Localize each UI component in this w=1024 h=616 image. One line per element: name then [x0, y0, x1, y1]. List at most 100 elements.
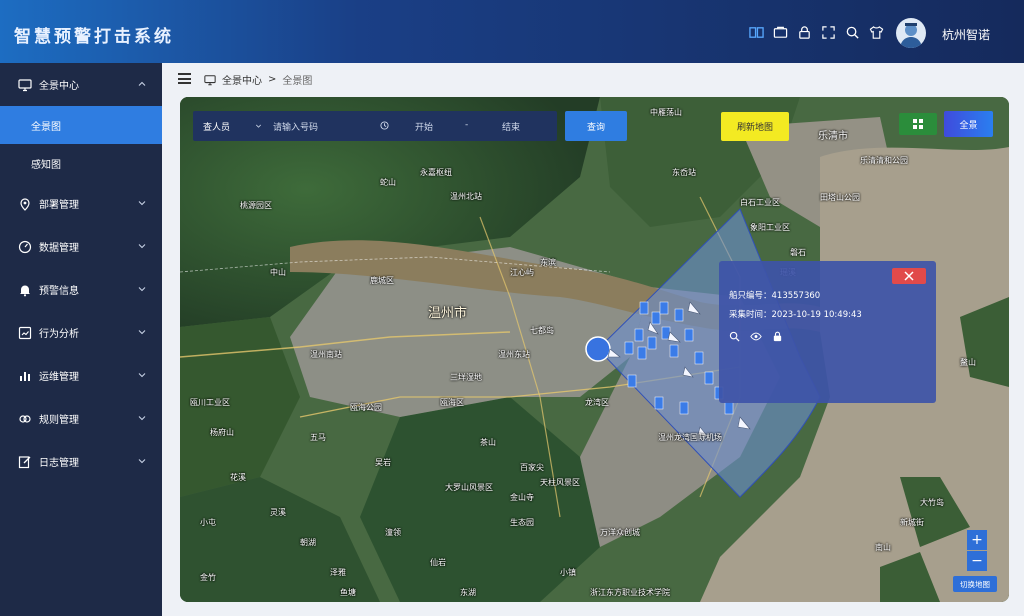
map-label: 白石工业区: [740, 198, 780, 207]
breadcrumb-separator-icon: >: [268, 74, 277, 85]
sidebar-subitem-perception[interactable]: 感知图: [0, 144, 162, 182]
location-icon: [18, 197, 32, 211]
map-label: 温州北站: [450, 192, 482, 201]
grid-view-button[interactable]: [899, 113, 937, 135]
person-type-select[interactable]: 查人员: [203, 120, 230, 133]
eye-icon[interactable]: [750, 331, 762, 342]
breadcrumb: 全景中心 > 全景图: [204, 72, 312, 87]
sidebar-item-warning[interactable]: 预警信息: [0, 268, 162, 311]
map-label: 七都岛: [530, 326, 554, 335]
link-icon: [18, 412, 32, 426]
header-toolbar: [748, 24, 884, 40]
map-label: 仙岩: [430, 558, 446, 567]
map-label: 龙湾区: [585, 398, 609, 407]
map-label: 五马: [310, 433, 326, 442]
zoom-in-button[interactable]: +: [967, 530, 987, 550]
breadcrumb-root[interactable]: 全景中心: [222, 72, 262, 87]
end-date-input[interactable]: 结束: [502, 120, 520, 133]
chevron-down-icon: [138, 459, 146, 464]
full-view-button[interactable]: 全景: [944, 111, 993, 137]
map-label: 磐石: [790, 248, 806, 257]
map-label: 金竹: [200, 573, 216, 582]
chevron-down-icon: [138, 201, 146, 206]
map-label: 瓯海区: [440, 398, 464, 407]
map-label: 万洋众创城: [600, 528, 640, 537]
menu-toggle-icon[interactable]: [178, 73, 191, 84]
popup-close-button[interactable]: [892, 268, 926, 284]
chevron-down-icon: [138, 416, 146, 421]
number-input[interactable]: 请输入号码: [273, 120, 318, 133]
map-label: 花溪: [230, 473, 246, 482]
grid-icon: [913, 119, 923, 129]
search-icon[interactable]: [729, 331, 740, 342]
map-label: 温州龙湾国际机场: [658, 433, 722, 442]
map-label: 小屯: [200, 518, 216, 527]
search-filter-bar: 查人员 请输入号码 开始 - 结束: [193, 111, 557, 141]
sidebar-item-logs[interactable]: 日志管理: [0, 440, 162, 483]
edit-icon: [18, 455, 32, 469]
monitor-icon: [204, 74, 216, 85]
gauge-icon: [18, 240, 32, 254]
query-button[interactable]: 查询: [565, 111, 627, 141]
username[interactable]: 杭州智诺: [942, 26, 990, 43]
search-icon[interactable]: [844, 24, 860, 40]
refresh-map-button[interactable]: 刷新地图: [721, 112, 789, 141]
map-label: 中雁荡山: [650, 108, 682, 117]
map-label: 天柱风景区: [540, 478, 580, 487]
date-range-separator: -: [465, 120, 469, 130]
map-label: 东湖: [460, 588, 476, 597]
bar-chart-icon: [18, 369, 32, 383]
map-label: 永嘉枢纽: [420, 168, 452, 177]
monitor-icon: [18, 78, 32, 92]
sidebar: 全景中心 全景图 感知图 部署管理 数据管理 预警信息 行为分析 运维管理 规则…: [0, 63, 162, 616]
map-label: 温州南站: [310, 350, 342, 359]
map-label: 桃源园区: [240, 201, 272, 210]
map-label: 吴岩: [375, 458, 391, 467]
zoom-out-button[interactable]: −: [967, 551, 987, 571]
sidebar-subitem-panorama[interactable]: 全景图: [0, 106, 162, 144]
collect-time-row: 采集时间：2023-10-19 10:49:43: [729, 308, 862, 320]
briefcase-icon[interactable]: [772, 24, 788, 40]
lock-icon[interactable]: [772, 331, 783, 342]
sidebar-item-data[interactable]: 数据管理: [0, 225, 162, 268]
ship-id-row: 船只编号：413557360: [729, 289, 820, 301]
chevron-down-icon: [138, 330, 146, 335]
map-label: 大竹岛: [920, 498, 944, 507]
switch-map-button[interactable]: 切换地图: [953, 576, 997, 592]
chart-box-icon: [18, 326, 32, 340]
map-view[interactable]: 温州市 鹿城区 龙湾区 瓯海区 乐清市 乐清清和公园 田塔山公园 东岙站 温州北…: [180, 97, 1009, 602]
map-label: 温州东站: [498, 350, 530, 359]
book-icon[interactable]: [748, 24, 764, 40]
start-date-input[interactable]: 开始: [415, 120, 433, 133]
map-label: 象阳工业区: [750, 223, 790, 232]
sidebar-item-panorama-center[interactable]: 全景中心: [0, 63, 162, 106]
ship-id-label: 船只编号：: [729, 291, 772, 301]
sidebar-item-rules[interactable]: 规则管理: [0, 397, 162, 440]
map-label: 中山: [270, 268, 286, 277]
vessel-info-popup: 船只编号：413557360 采集时间：2023-10-19 10:49:43: [719, 261, 936, 403]
map-label: 茶山: [480, 438, 496, 447]
sidebar-item-ops[interactable]: 运维管理: [0, 354, 162, 397]
map-label: 田塔山公园: [820, 193, 860, 202]
map-label: 朝湖: [300, 538, 316, 547]
map-label: 瓯川工业区: [190, 398, 230, 407]
map-label: 蛇山: [380, 178, 396, 187]
sidebar-item-behavior[interactable]: 行为分析: [0, 311, 162, 354]
bell-icon: [18, 283, 32, 297]
sidebar-item-label: 规则管理: [39, 415, 79, 426]
map-label: 东滨: [540, 258, 556, 267]
chevron-down-icon[interactable]: [255, 123, 262, 129]
sidebar-item-deployment[interactable]: 部署管理: [0, 182, 162, 225]
map-label: 乐清市: [818, 131, 848, 142]
sidebar-item-label: 行为分析: [39, 329, 79, 340]
avatar[interactable]: [896, 18, 926, 48]
shirt-icon[interactable]: [868, 24, 884, 40]
fullscreen-icon[interactable]: [820, 24, 836, 40]
sidebar-item-label: 数据管理: [39, 243, 79, 254]
top-header: 智慧预警打击系统 杭州智诺: [0, 0, 1024, 63]
lock-icon[interactable]: [796, 24, 812, 40]
map-label: 灵溪: [270, 508, 286, 517]
sidebar-item-label: 预警信息: [39, 286, 79, 297]
sidebar-item-label: 日志管理: [39, 458, 79, 469]
clock-icon: [380, 121, 389, 130]
